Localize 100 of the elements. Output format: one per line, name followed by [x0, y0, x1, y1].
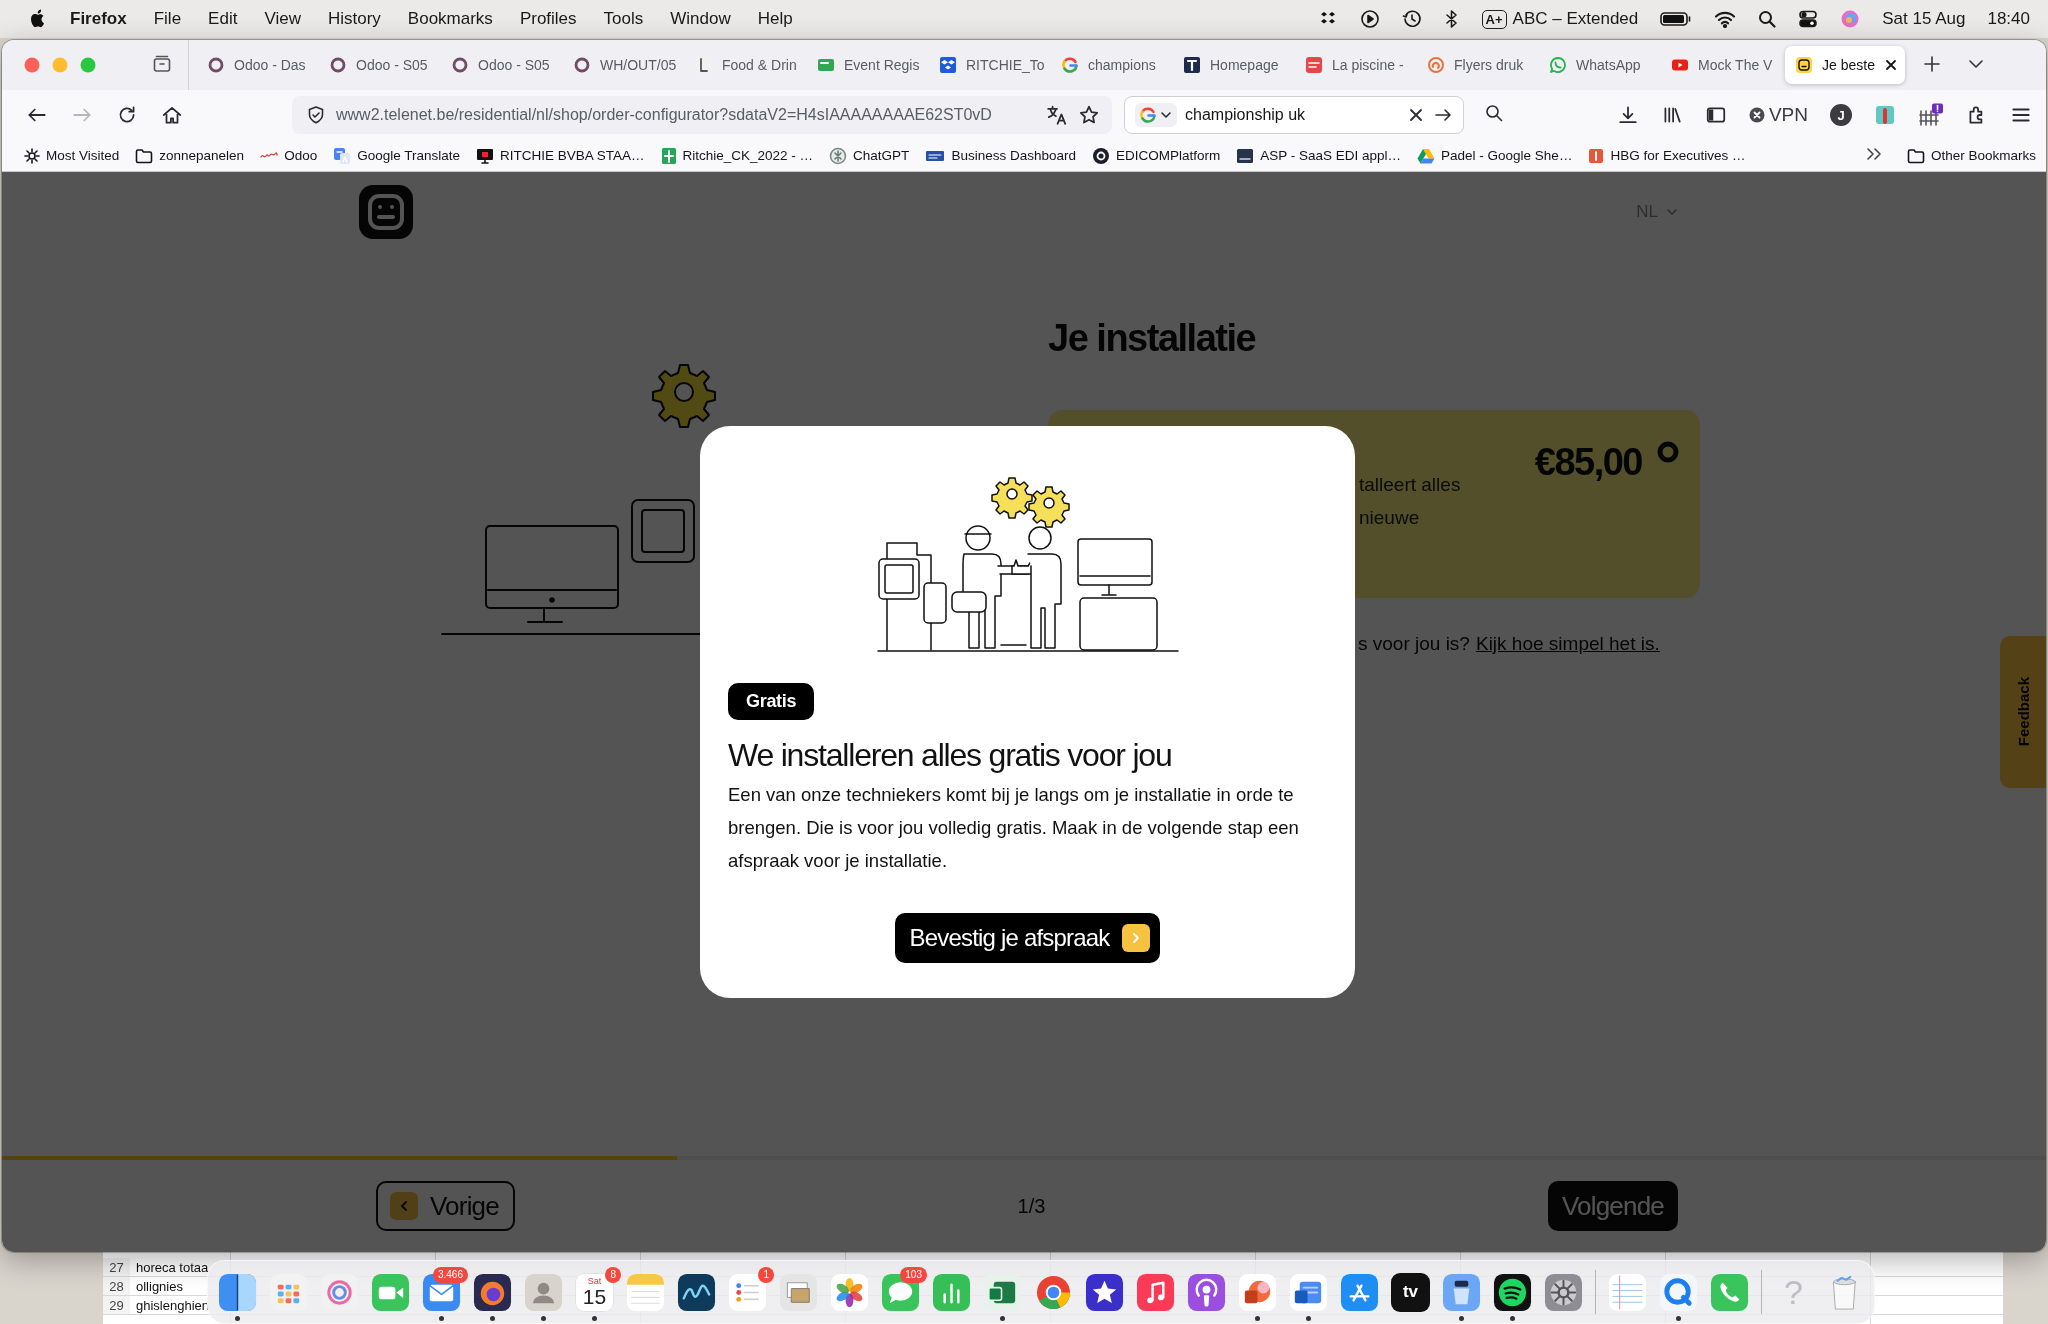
lantern-icon[interactable]: [1442, 1272, 1481, 1312]
colored-ring-icon: [1061, 56, 1079, 74]
browser-tab[interactable]: Homepage: [1173, 46, 1295, 84]
account-avatar[interactable]: J: [1830, 104, 1852, 126]
browser-tab[interactable]: Odoo - Das: [197, 46, 319, 84]
search-icon[interactable]: [1758, 10, 1777, 28]
bookmark-item[interactable]: RITCHIE BVBA STAA…: [475, 146, 645, 165]
browser-tab[interactable]: Event Regis: [807, 46, 929, 84]
sound-waves-icon[interactable]: [1493, 1272, 1532, 1312]
time-text[interactable]: 18:40: [1987, 9, 2030, 29]
podcast-icon[interactable]: [1187, 1272, 1226, 1312]
menu-item[interactable]: Edit: [208, 9, 238, 29]
ticket-icon: [817, 56, 835, 74]
chevron-down-icon: [1666, 206, 1678, 218]
vpn-button[interactable]: VPN: [1748, 104, 1808, 126]
contact-icon[interactable]: [524, 1272, 563, 1312]
clear-icon[interactable]: [1407, 106, 1425, 124]
split-square-icon[interactable]: [218, 1272, 257, 1312]
ring-icon: [207, 56, 225, 74]
menu-item[interactable]: Profiles: [519, 9, 577, 29]
browser-tab[interactable]: La piscine -: [1295, 46, 1417, 84]
bookmark-item[interactable]: Business Dashboard: [925, 147, 1076, 164]
dark-tile-icon: [1236, 146, 1255, 165]
gear-icon[interactable]: [1544, 1272, 1583, 1312]
menu-item[interactable]: Help: [757, 9, 793, 29]
spreadsheet-icon[interactable]: [983, 1272, 1022, 1312]
search-text[interactable]: championship uk: [1185, 106, 1399, 124]
double-chevron-icon[interactable]: [1864, 146, 1883, 162]
browser-tab[interactable]: RITCHIE_To: [929, 46, 1051, 84]
translate-icon[interactable]: [1046, 104, 1068, 126]
search-icon[interactable]: [1484, 103, 1504, 123]
url-text[interactable]: www2.telenet.be/residential/nl/shop/order-configurator?sdataV2=H4sIAAAAAAAAE62ST0vD: [336, 106, 1036, 124]
input-source-badge[interactable]: A+: [1481, 9, 1507, 29]
home-button[interactable]: [161, 104, 183, 126]
bookmark-item[interactable]: Odoo: [260, 147, 318, 164]
bookmark-item[interactable]: ChatGPT: [829, 146, 910, 165]
document-icon[interactable]: [1289, 1272, 1328, 1312]
input-source-label[interactable]: ABC – Extended: [1512, 9, 1639, 29]
tab-overview-icon[interactable]: [152, 53, 172, 74]
bookmark-item[interactable]: Padel - Google She…: [1417, 147, 1573, 164]
address-bar[interactable]: www2.telenet.be/residential/nl/shop/order-configurator?sdataV2=H4sIAAAAAAAAE62ST0vD: [292, 96, 1112, 134]
bookmark-item[interactable]: EDICOMPlatform: [1091, 146, 1221, 165]
browser-tab[interactable]: WH/OUT/05: [563, 46, 685, 84]
photo-stack-icon[interactable]: [779, 1272, 818, 1312]
modal-text: Een van onze techniekers komt bij je langs om je installatie in orde te brengen. Die is voor jou volledig gratis. Maak in de volgende stap een afspraak voor je installatie.: [728, 783, 1300, 873]
browser-tab[interactable]: Mock The V: [1661, 46, 1783, 84]
play-ring-icon[interactable]: [1659, 1272, 1698, 1312]
modal-title: We installeren alles gratis voor jou: [728, 736, 1173, 774]
tv-icon[interactable]: tv: [1391, 1272, 1430, 1312]
bookmark-folder[interactable]: Other Bookmarks: [1906, 147, 2036, 164]
notification-badge: 3.466: [432, 1266, 468, 1283]
close-icon[interactable]: [1883, 58, 1898, 72]
bookmark-item[interactable]: Ritchie_CK_2022 - …: [660, 146, 814, 165]
bookmark-item[interactable]: Most Visited: [24, 147, 120, 164]
bookmark-item[interactable]: ASP - SaaS EDI appl…: [1236, 146, 1402, 165]
menu-item[interactable]: View: [264, 9, 301, 29]
fence-extension-icon[interactable]: [1918, 103, 1944, 127]
menu-item[interactable]: Window: [670, 9, 731, 29]
extension-icon[interactable]: [1874, 104, 1896, 126]
squiggle-icon[interactable]: [677, 1272, 716, 1312]
globe-icon[interactable]: [473, 1272, 512, 1312]
sheet-cell-text: ghislenghien: [135, 1297, 209, 1313]
new-tab-icon[interactable]: [1923, 54, 1941, 73]
notification-badge: 1: [758, 1266, 774, 1283]
battery-icon[interactable]: [1660, 11, 1693, 27]
menu-item[interactable]: File: [153, 9, 182, 29]
browser-tab[interactable]: champions: [1051, 46, 1173, 84]
row-number: 28: [103, 1277, 130, 1295]
browser-tab[interactable]: Food & Drin: [685, 46, 807, 84]
app-menu[interactable]: Firefox: [70, 9, 127, 29]
bluetooth-icon[interactable]: [1443, 9, 1460, 29]
bookmark-item[interactable]: HBG for Executives …: [1588, 147, 1746, 164]
browser-tab[interactable]: Odoo - S05: [441, 46, 563, 84]
browser-tab[interactable]: Odoo - S05: [319, 46, 441, 84]
bookmark-item[interactable]: zonnepanelen: [135, 147, 245, 164]
close-button[interactable]: [24, 57, 40, 73]
control-toggles-icon[interactable]: [1798, 9, 1819, 29]
app-store-icon[interactable]: [1340, 1272, 1379, 1312]
chat-phone-icon: [1549, 56, 1567, 74]
checklist-icon[interactable]: [728, 1272, 767, 1312]
wifi-icon[interactable]: [1714, 10, 1737, 28]
chat-bubble-icon[interactable]: [881, 1272, 920, 1312]
play-circle-icon[interactable]: [1359, 9, 1380, 29]
triangle-icon: [1417, 147, 1436, 164]
browser-tab[interactable]: Je beste: [1785, 46, 1905, 84]
menu-item[interactable]: Tools: [603, 9, 644, 29]
browser-tab[interactable]: WhatsApp: [1539, 46, 1661, 84]
clock-icon[interactable]: [1401, 9, 1422, 29]
menu-item[interactable]: History: [327, 9, 381, 29]
bookmark-item[interactable]: Google Translate: [333, 146, 460, 165]
presentation-icon[interactable]: [1238, 1272, 1277, 1312]
browser-tab[interactable]: Flyers druk: [1417, 46, 1539, 84]
date-text[interactable]: Sat 15 Aug: [1882, 9, 1966, 29]
search-field[interactable]: championship uk: [1124, 96, 1464, 134]
bookmark-star-icon[interactable]: [1078, 104, 1100, 126]
flower-icon[interactable]: [830, 1272, 869, 1312]
music-note-icon[interactable]: [1136, 1272, 1175, 1312]
logo-icon[interactable]: [357, 183, 415, 241]
menu-item[interactable]: Bookmarks: [407, 9, 493, 29]
confirm-button[interactable]: Bevestig je afspraak: [895, 913, 1160, 963]
